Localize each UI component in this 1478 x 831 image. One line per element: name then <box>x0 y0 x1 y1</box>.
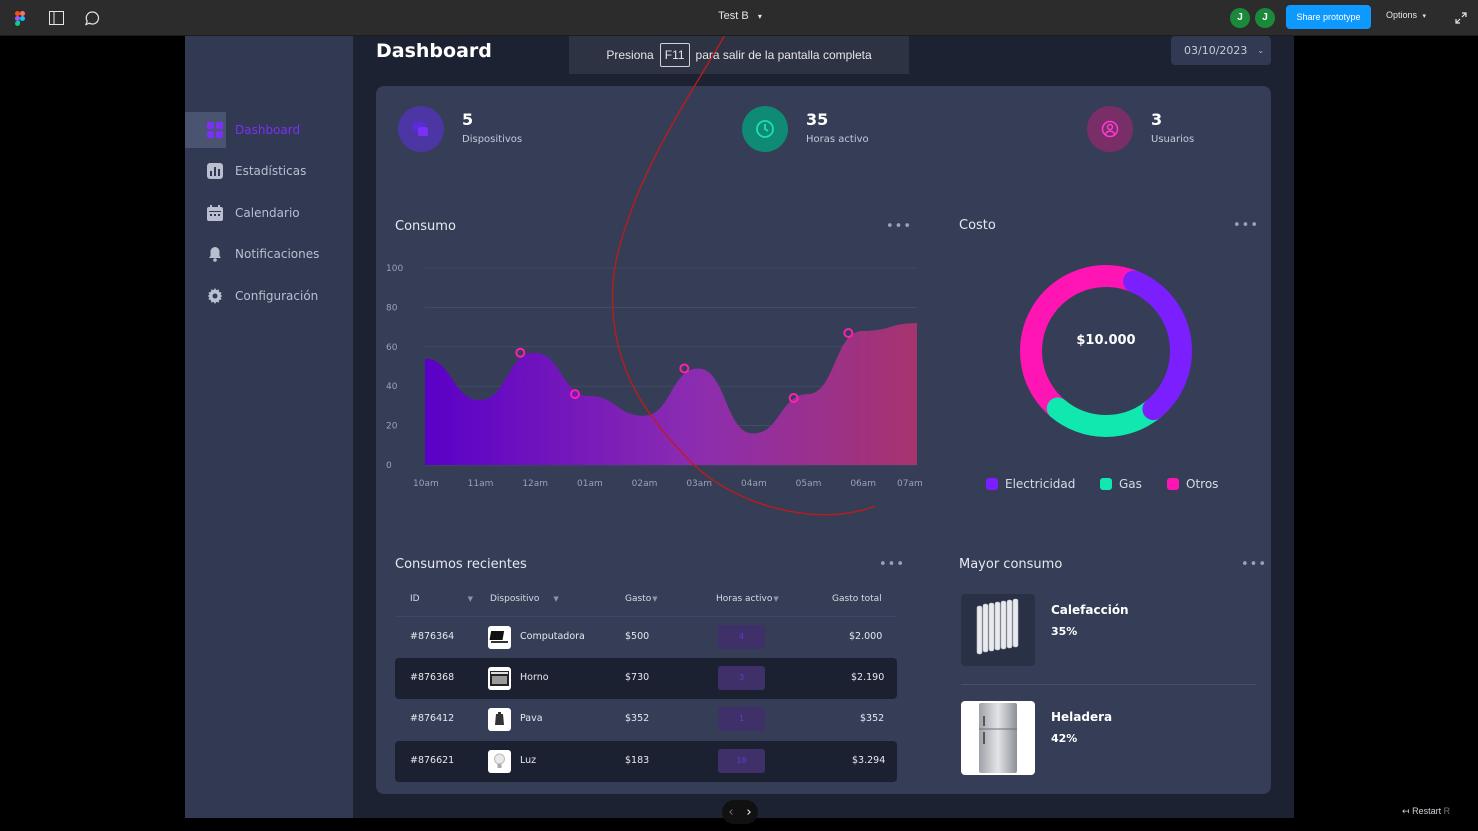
share-prototype-button[interactable]: Share prototype <box>1286 5 1371 29</box>
expand-icon[interactable] <box>1451 8 1471 28</box>
pen-annotation <box>611 36 876 516</box>
options-button[interactable]: Options ▾ <box>1386 10 1426 20</box>
sidebar-toggle-icon[interactable] <box>46 8 66 28</box>
avatar[interactable]: J <box>1255 8 1275 28</box>
avatar[interactable]: J <box>1230 8 1250 28</box>
file-title[interactable]: Test B ▾ <box>700 10 780 22</box>
dashboard-app: Dashboard Estadísticas Calendario Notifi… <box>185 36 1294 818</box>
figma-toolbar: Test B ▾ J J Share prototype Options ▾ <box>0 0 1478 36</box>
chevron-down-icon: ▾ <box>757 12 762 21</box>
restart-icon: ↤ <box>1402 806 1410 816</box>
chevron-left-icon[interactable]: ‹ <box>728 805 733 820</box>
file-title-text: Test B <box>718 10 749 22</box>
comment-icon[interactable] <box>82 8 102 28</box>
restart-label: Restart <box>1412 806 1442 816</box>
chevron-down-icon: ▾ <box>1422 13 1427 20</box>
restart-button[interactable]: ↤ Restart R <box>1402 806 1450 817</box>
chevron-right-icon[interactable]: › <box>746 805 751 820</box>
restart-shortcut: R <box>1443 806 1451 816</box>
options-label: Options <box>1386 10 1418 20</box>
prototype-pager: ‹ › <box>722 800 758 824</box>
figma-logo-icon[interactable] <box>10 8 30 28</box>
